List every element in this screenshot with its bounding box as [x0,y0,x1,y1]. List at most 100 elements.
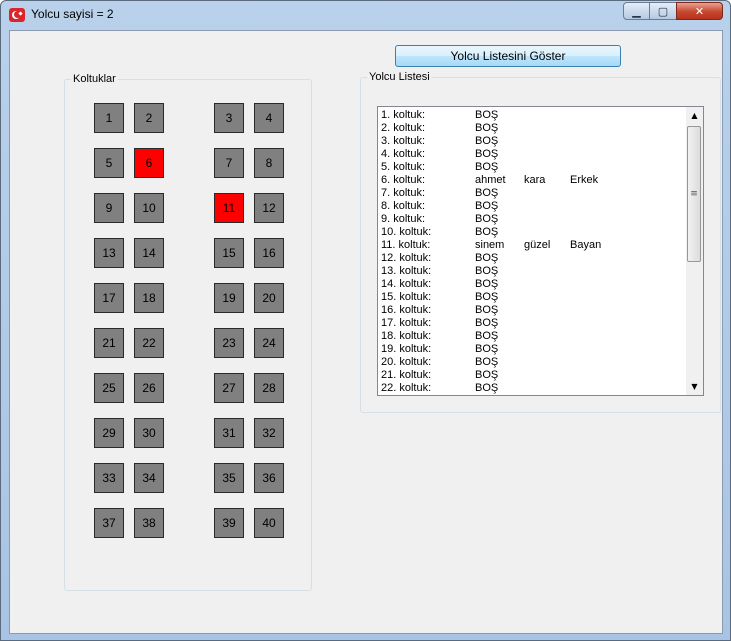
seats-group-title: Koltuklar [71,72,118,86]
list-item[interactable]: 1. koltuk: BOŞ [378,109,686,122]
seat-button-13[interactable]: 13 [94,238,124,268]
list-item-name: BOŞ [475,213,499,225]
list-item[interactable]: 15. koltuk: BOŞ [378,291,686,304]
list-item-name: BOŞ [475,109,499,121]
seat-button-8[interactable]: 8 [254,148,284,178]
list-item[interactable]: 6. koltuk: ahmet kara Erkek [378,174,686,187]
seat-button-25[interactable]: 25 [94,373,124,403]
list-item-seat: 15. koltuk: [381,291,432,303]
list-item[interactable]: 16. koltuk: BOŞ [378,304,686,317]
list-item[interactable]: 9. koltuk: BOŞ [378,213,686,226]
list-item-name: BOŞ [475,148,499,160]
list-item[interactable]: 13. koltuk: BOŞ [378,265,686,278]
seat-button-31[interactable]: 31 [214,418,244,448]
list-item[interactable]: 20. koltuk: BOŞ [378,356,686,369]
seat-button-4[interactable]: 4 [254,103,284,133]
seat-button-39[interactable]: 39 [214,508,244,538]
list-item-name: BOŞ [475,252,499,264]
vertical-scrollbar[interactable]: ▲ ≡ ▼ [686,107,703,395]
list-item-name: BOŞ [475,278,499,290]
list-item-seat: 9. koltuk: [381,213,426,225]
list-item[interactable]: 18. koltuk: BOŞ [378,330,686,343]
seat-button-6[interactable]: 6 [134,148,164,178]
scroll-up-arrow-icon[interactable]: ▲ [686,107,703,124]
seat-button-37[interactable]: 37 [94,508,124,538]
seat-button-19[interactable]: 19 [214,283,244,313]
list-item-seat: 10. koltuk: [381,226,432,238]
seat-button-29[interactable]: 29 [94,418,124,448]
seat-button-21[interactable]: 21 [94,328,124,358]
seat-button-5[interactable]: 5 [94,148,124,178]
seat-button-35[interactable]: 35 [214,463,244,493]
list-item-seat: 8. koltuk: [381,200,426,212]
scroll-thumb[interactable]: ≡ [687,126,701,262]
list-item-name: BOŞ [475,304,499,316]
list-item-gender: Erkek [570,174,599,186]
list-item-seat: 22. koltuk: [381,382,432,394]
list-item[interactable]: 5. koltuk: BOŞ [378,161,686,174]
list-item[interactable]: 10. koltuk: BOŞ [378,226,686,239]
seat-button-33[interactable]: 33 [94,463,124,493]
list-item-name: BOŞ [475,122,499,134]
list-item-seat: 17. koltuk: [381,317,432,329]
seat-button-18[interactable]: 18 [134,283,164,313]
maximize-button[interactable]: ▢ [650,2,676,20]
list-item-seat: 13. koltuk: [381,265,432,277]
seat-button-7[interactable]: 7 [214,148,244,178]
title-bar[interactable]: Yolcu sayisi = 2 ▁ ▢ ✕ [1,1,730,29]
list-item-seat: 16. koltuk: [381,304,432,316]
seat-button-32[interactable]: 32 [254,418,284,448]
seat-button-38[interactable]: 38 [134,508,164,538]
list-item[interactable]: 7. koltuk: BOŞ [378,187,686,200]
seat-button-15[interactable]: 15 [214,238,244,268]
seat-button-12[interactable]: 12 [254,193,284,223]
seat-button-26[interactable]: 26 [134,373,164,403]
seat-button-30[interactable]: 30 [134,418,164,448]
list-item[interactable]: 2. koltuk: BOŞ [378,122,686,135]
list-item[interactable]: 19. koltuk: BOŞ [378,343,686,356]
seat-button-16[interactable]: 16 [254,238,284,268]
list-item-name: BOŞ [475,200,499,212]
list-item-seat: 7. koltuk: [381,187,426,199]
seat-button-14[interactable]: 14 [134,238,164,268]
list-item[interactable]: 21. koltuk: BOŞ [378,369,686,382]
seat-button-22[interactable]: 22 [134,328,164,358]
seat-button-36[interactable]: 36 [254,463,284,493]
list-item[interactable]: 12. koltuk: BOŞ [378,252,686,265]
seat-button-24[interactable]: 24 [254,328,284,358]
list-item-seat: 2. koltuk: [381,122,426,134]
passenger-listbox[interactable]: 1. koltuk: BOŞ 2. koltuk: BOŞ 3. koltuk: BOŞ 4… [377,106,704,396]
seat-button-9[interactable]: 9 [94,193,124,223]
list-item-name: BOŞ [475,330,499,342]
seat-button-10[interactable]: 10 [134,193,164,223]
list-item-seat: 21. koltuk: [381,369,432,381]
seat-button-11[interactable]: 11 [214,193,244,223]
seats-groupbox: Koltuklar 1 2 3 4 5 6 7 8 9 10 11 12 13 14 15 16 17 18 19 2… [64,72,312,591]
seat-button-1[interactable]: 1 [94,103,124,133]
seat-button-27[interactable]: 27 [214,373,244,403]
seat-button-28[interactable]: 28 [254,373,284,403]
list-item[interactable]: 4. koltuk: BOŞ [378,148,686,161]
list-item[interactable]: 22. koltuk: BOŞ [378,382,686,395]
list-item-gender: Bayan [570,239,602,251]
seat-button-3[interactable]: 3 [214,103,244,133]
close-button[interactable]: ✕ [676,2,723,20]
list-item[interactable]: 14. koltuk: BOŞ [378,278,686,291]
show-passenger-list-button[interactable]: Yolcu Listesini Göster [395,45,621,67]
list-item[interactable]: 3. koltuk: BOŞ [378,135,686,148]
seat-button-2[interactable]: 2 [134,103,164,133]
seat-button-40[interactable]: 40 [254,508,284,538]
list-item[interactable]: 17. koltuk: BOŞ [378,317,686,330]
seat-button-34[interactable]: 34 [134,463,164,493]
minimize-button[interactable]: ▁ [623,2,650,20]
list-item-seat: 18. koltuk: [381,330,432,342]
form-client-area: Koltuklar 1 2 3 4 5 6 7 8 9 10 11 12 13 14 15 16 17 18 19 2… [9,30,723,634]
list-item-name: BOŞ [475,356,499,368]
seat-button-23[interactable]: 23 [214,328,244,358]
scroll-down-arrow-icon[interactable]: ▼ [686,378,703,395]
seat-button-20[interactable]: 20 [254,283,284,313]
seat-button-17[interactable]: 17 [94,283,124,313]
list-item[interactable]: 8. koltuk: BOŞ [378,200,686,213]
list-item-seat: 11. koltuk: [381,239,431,251]
list-item[interactable]: 11. koltuk: sinem güzel Bayan [378,239,686,252]
